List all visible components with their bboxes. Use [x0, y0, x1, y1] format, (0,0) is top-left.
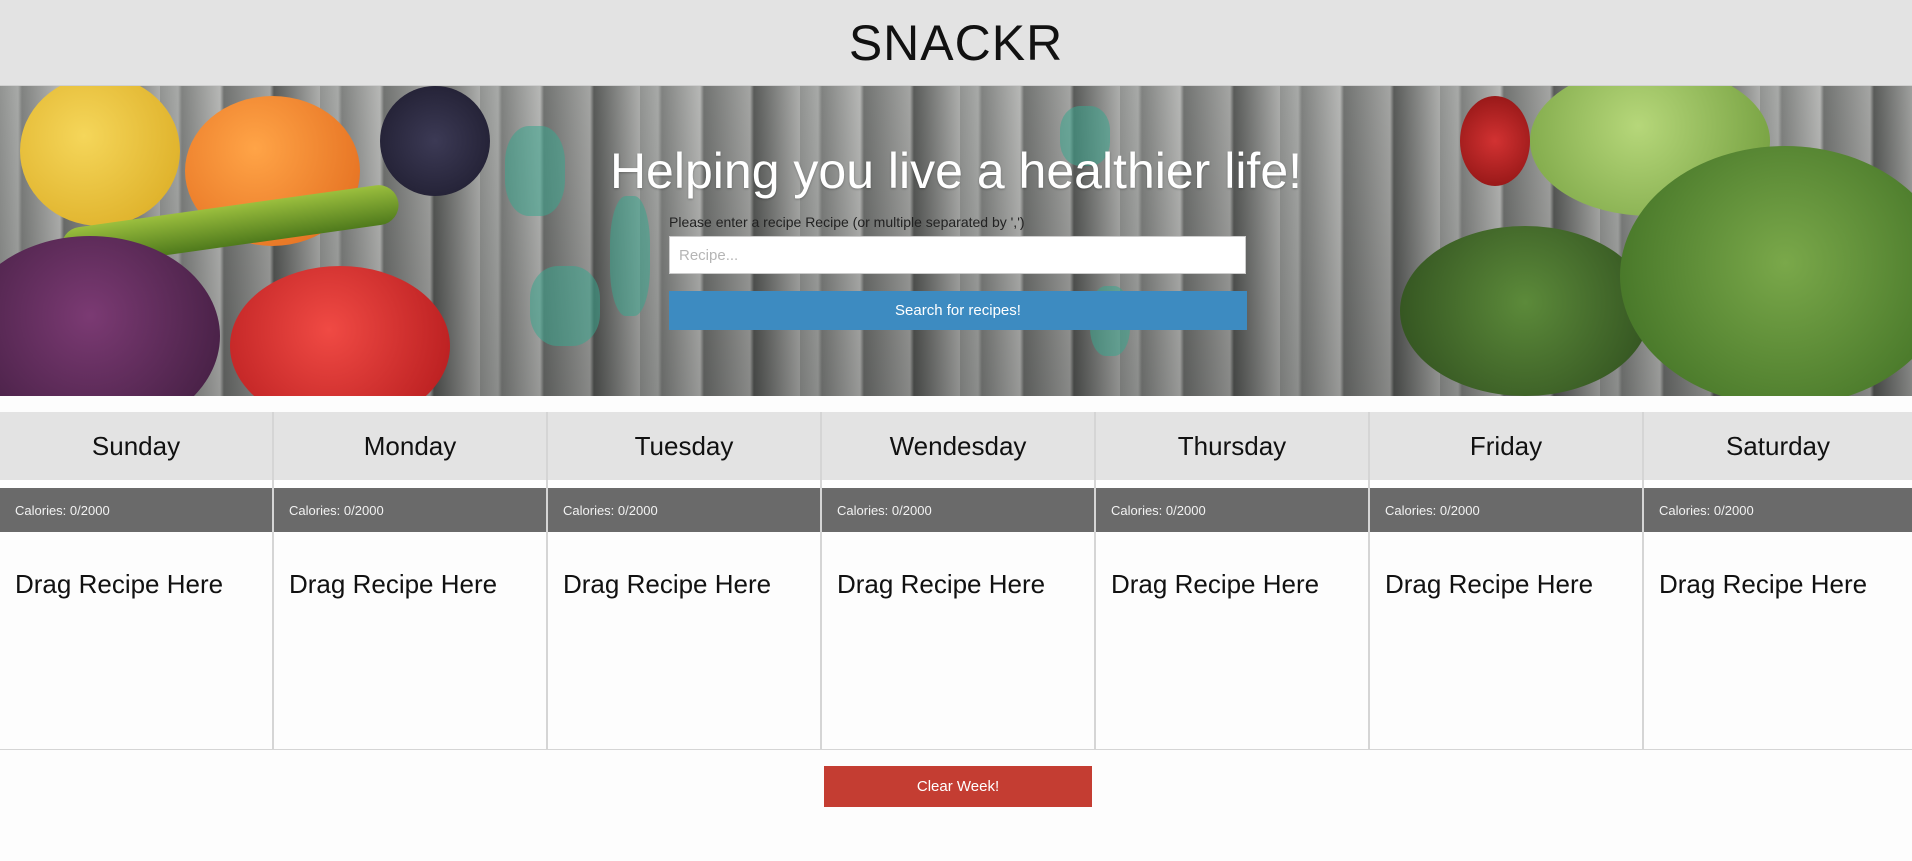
day-column-thursday: Thursday Calories: 0/2000 Drag Recipe He… [1096, 412, 1370, 750]
clear-week-button[interactable]: Clear Week! [824, 766, 1092, 807]
day-header: Wendesday [822, 412, 1094, 480]
top-header: SNACKR [0, 0, 1912, 86]
day-header: Tuesday [548, 412, 820, 480]
recipe-drop-zone[interactable]: Drag Recipe Here [837, 569, 1045, 600]
day-header: Saturday [1644, 412, 1912, 480]
hero-title: Helping you live a healthier life! [609, 143, 1303, 199]
day-header: Sunday [0, 412, 272, 480]
calorie-counter: Calories: 0/2000 [822, 488, 1094, 532]
calorie-counter: Calories: 0/2000 [1096, 488, 1368, 532]
hero-banner: Helping you live a healthier life! Pleas… [0, 86, 1912, 396]
recipe-drop-zone[interactable]: Drag Recipe Here [289, 569, 497, 600]
search-label: Please enter a recipe Recipe (or multipl… [669, 214, 1025, 230]
recipe-drop-zone[interactable]: Drag Recipe Here [1385, 569, 1593, 600]
calorie-counter: Calories: 0/2000 [1370, 488, 1642, 532]
calorie-counter: Calories: 0/2000 [274, 488, 546, 532]
recipe-drop-zone[interactable]: Drag Recipe Here [1111, 569, 1319, 600]
day-column-sunday: Sunday Calories: 0/2000 Drag Recipe Here [0, 412, 274, 750]
week-planner: Sunday Calories: 0/2000 Drag Recipe Here… [0, 412, 1912, 750]
search-recipes-button[interactable]: Search for recipes! [669, 291, 1247, 330]
calorie-counter: Calories: 0/2000 [548, 488, 820, 532]
recipe-drop-zone[interactable]: Drag Recipe Here [15, 569, 223, 600]
brand-title: SNACKR [848, 14, 1064, 71]
day-column-monday: Monday Calories: 0/2000 Drag Recipe Here [274, 412, 548, 750]
recipe-drop-zone[interactable]: Drag Recipe Here [1659, 569, 1867, 600]
day-header: Monday [274, 412, 546, 480]
recipe-search-input[interactable] [669, 236, 1246, 274]
day-column-wednesday: Wendesday Calories: 0/2000 Drag Recipe H… [822, 412, 1096, 750]
hero-decoration [530, 266, 600, 346]
calorie-counter: Calories: 0/2000 [1644, 488, 1912, 532]
cucumbers-image [1400, 226, 1650, 396]
day-header: Thursday [1096, 412, 1368, 480]
day-column-tuesday: Tuesday Calories: 0/2000 Drag Recipe Her… [548, 412, 822, 750]
day-column-saturday: Saturday Calories: 0/2000 Drag Recipe He… [1644, 412, 1912, 750]
calorie-counter: Calories: 0/2000 [0, 488, 272, 532]
hero-decoration [610, 196, 650, 316]
day-column-friday: Friday Calories: 0/2000 Drag Recipe Here [1370, 412, 1644, 750]
divider [0, 749, 1912, 750]
day-header: Friday [1370, 412, 1642, 480]
recipe-drop-zone[interactable]: Drag Recipe Here [563, 569, 771, 600]
